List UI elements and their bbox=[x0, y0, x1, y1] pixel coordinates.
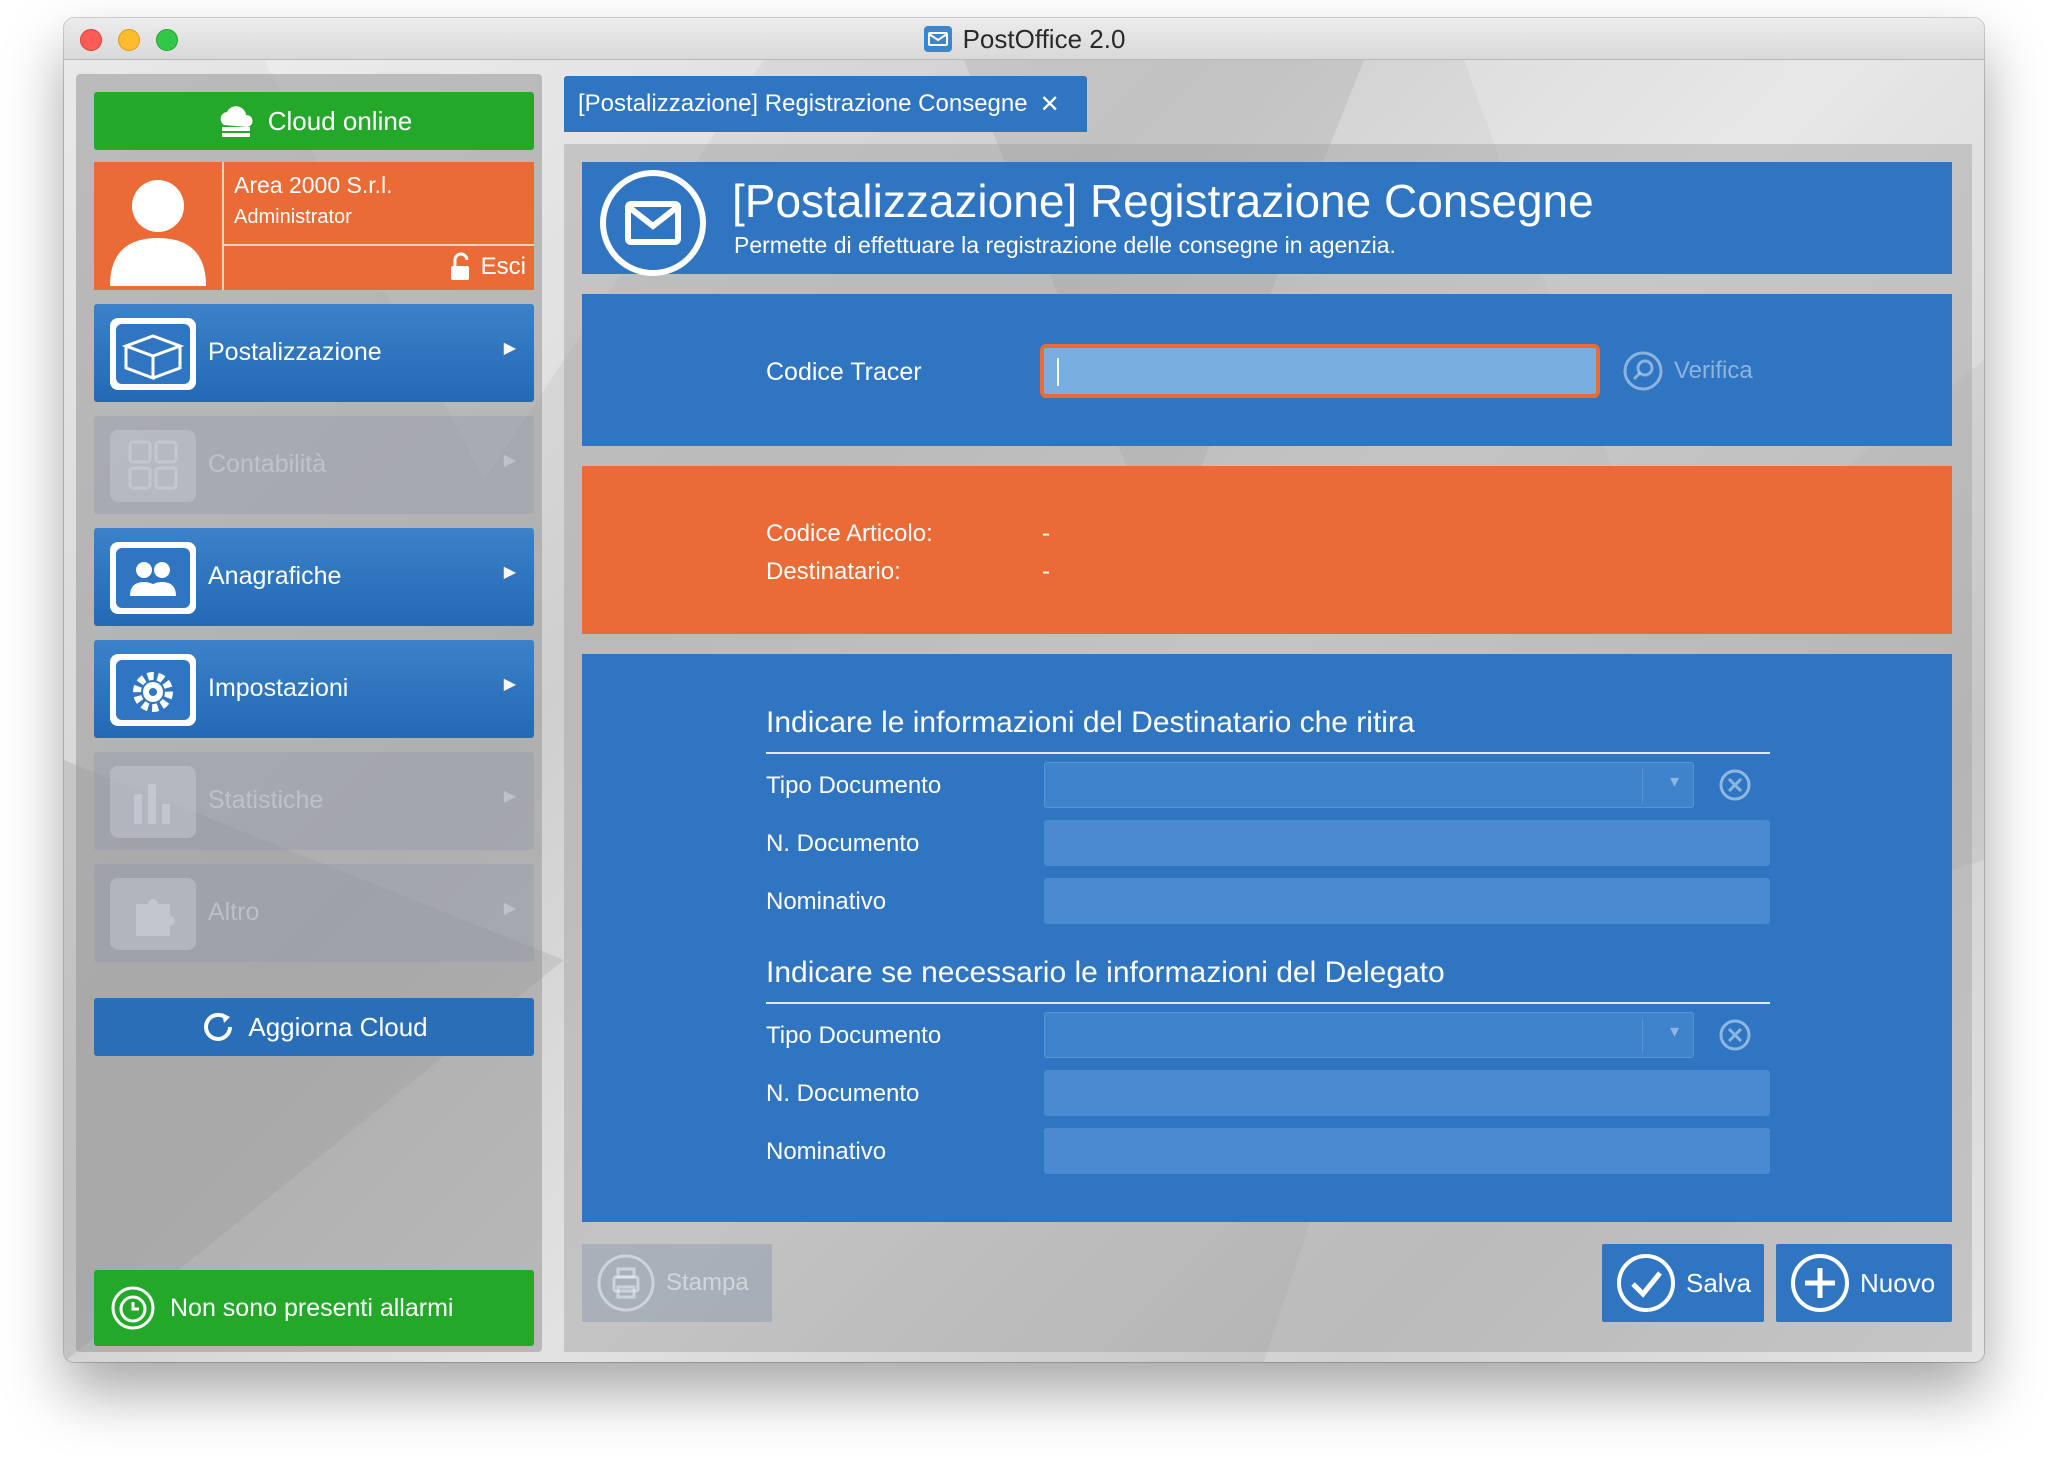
article-code-label: Codice Articolo: bbox=[766, 520, 933, 547]
recipient-name-label: Nominativo bbox=[766, 888, 887, 915]
clear-icon[interactable] bbox=[1718, 768, 1752, 802]
package-icon bbox=[110, 318, 196, 390]
users-icon bbox=[110, 542, 196, 614]
gear-icon bbox=[110, 654, 196, 726]
save-label: Salva bbox=[1686, 1267, 1752, 1298]
delegate-doc-number-input[interactable] bbox=[1044, 1070, 1770, 1116]
app-window: PostOffice 2.0 Cloud online Area 2000 S.… bbox=[64, 18, 1984, 1362]
refresh-cloud-button[interactable]: Aggiorna Cloud bbox=[94, 998, 534, 1056]
sidebar-item-contabilita[interactable]: Contabilità ▶ bbox=[94, 416, 534, 514]
refresh-cloud-label: Aggiorna Cloud bbox=[248, 1011, 428, 1042]
user-separator bbox=[222, 162, 224, 290]
sidebar-item-label: Altro bbox=[208, 898, 260, 926]
sidebar-item-label: Impostazioni bbox=[208, 674, 349, 702]
chevron-right-icon: ▶ bbox=[503, 788, 516, 805]
verify-label: Verifica bbox=[1674, 357, 1753, 384]
search-icon bbox=[1623, 351, 1663, 391]
unlock-icon bbox=[450, 252, 469, 280]
delegate-doc-number-label: N. Documento bbox=[766, 1080, 920, 1107]
sidebar-item-postalizzazione[interactable]: Postalizzazione ▶ bbox=[94, 304, 534, 402]
envelope-icon bbox=[600, 170, 706, 276]
recipient-name-input[interactable] bbox=[1044, 878, 1770, 924]
recipient-doc-number-input[interactable] bbox=[1044, 820, 1770, 866]
recipient-label: Destinatario: bbox=[766, 558, 901, 585]
chevron-down-icon: ▾ bbox=[1669, 771, 1679, 791]
clear-icon[interactable] bbox=[1718, 1018, 1752, 1052]
recipient-doc-type-select[interactable]: ▾ bbox=[1044, 762, 1694, 808]
page-subtitle: Permette di effettuare la registrazione … bbox=[734, 232, 1396, 258]
printer-icon bbox=[597, 1254, 655, 1312]
content-area: Cloud online Area 2000 S.r.l. Administra… bbox=[64, 60, 1984, 1362]
delegate-name-input[interactable] bbox=[1044, 1128, 1770, 1174]
logout-label: Esci bbox=[480, 253, 526, 280]
plus-icon bbox=[1791, 1254, 1849, 1312]
sidebar-item-label: Postalizzazione bbox=[208, 338, 382, 366]
puzzle-icon bbox=[110, 878, 196, 950]
tracer-code-label: Codice Tracer bbox=[766, 358, 922, 386]
text-cursor bbox=[1057, 358, 1059, 386]
tab-label: [Postalizzazione] Registrazione Consegne bbox=[578, 90, 1028, 117]
print-button[interactable]: Stampa bbox=[582, 1244, 772, 1322]
user-company: Area 2000 S.r.l. bbox=[234, 172, 393, 198]
main-panel: [Postalizzazione] Registrazione Consegne… bbox=[564, 144, 1972, 1352]
cloud-status-button[interactable]: Cloud online bbox=[94, 92, 534, 150]
user-role: Administrator bbox=[234, 206, 352, 228]
alarm-status: Non sono presenti allarmi bbox=[94, 1270, 534, 1346]
new-button[interactable]: Nuovo bbox=[1776, 1244, 1952, 1322]
logout-button[interactable]: Esci bbox=[445, 252, 526, 282]
user-avatar-icon bbox=[110, 180, 206, 286]
sidebar-item-altro[interactable]: Altro ▶ bbox=[94, 864, 534, 962]
page-header: [Postalizzazione] Registrazione Consegne… bbox=[582, 162, 1952, 276]
cloud-status-label: Cloud online bbox=[267, 105, 413, 136]
recipient-value: - bbox=[1042, 558, 1050, 585]
save-button[interactable]: Salva bbox=[1602, 1244, 1764, 1322]
tab-registrazione-consegne[interactable]: [Postalizzazione] Registrazione Consegne… bbox=[564, 76, 1087, 132]
calculator-icon bbox=[110, 430, 196, 502]
section-divider bbox=[766, 1002, 1770, 1004]
recipient-doc-type-label: Tipo Documento bbox=[766, 772, 942, 799]
window-title-text: PostOffice 2.0 bbox=[962, 23, 1126, 54]
sidebar-item-label: Anagrafiche bbox=[208, 562, 342, 590]
chevron-right-icon: ▶ bbox=[503, 452, 516, 469]
article-code-value: - bbox=[1042, 520, 1050, 547]
delegate-doc-type-select[interactable]: ▾ bbox=[1044, 1012, 1694, 1058]
window-title: PostOffice 2.0 bbox=[64, 18, 1984, 60]
chevron-right-icon: ▶ bbox=[503, 900, 516, 917]
sidebar-item-label: Statistiche bbox=[208, 786, 324, 814]
app-logo-icon bbox=[923, 26, 952, 52]
delegate-doc-type-label: Tipo Documento bbox=[766, 1022, 942, 1049]
print-label: Stampa bbox=[666, 1269, 749, 1296]
bar-chart-icon bbox=[110, 766, 196, 838]
user-panel: Area 2000 S.r.l. Administrator Esci bbox=[94, 162, 534, 290]
alarm-clock-icon bbox=[111, 1286, 155, 1330]
sidebar-item-label: Contabilità bbox=[208, 450, 327, 478]
user-divider bbox=[224, 244, 534, 246]
page-title: [Postalizzazione] Registrazione Consegne bbox=[732, 175, 1594, 227]
chevron-right-icon: ▶ bbox=[503, 676, 516, 693]
sidebar-item-impostazioni[interactable]: Impostazioni ▶ bbox=[94, 640, 534, 738]
tracer-code-input[interactable] bbox=[1040, 344, 1600, 398]
checkmark-icon bbox=[1617, 1254, 1675, 1312]
cloud-icon bbox=[220, 106, 253, 137]
pickup-form: Indicare le informazioni del Destinatari… bbox=[582, 654, 1952, 1222]
alarm-status-label: Non sono presenti allarmi bbox=[170, 1293, 454, 1322]
sidebar-item-statistiche[interactable]: Statistiche ▶ bbox=[94, 752, 534, 850]
verify-button[interactable]: Verifica bbox=[1622, 350, 1753, 392]
refresh-icon bbox=[204, 1012, 233, 1041]
tracer-section: Codice Tracer Verifica bbox=[582, 294, 1952, 446]
close-tab-icon[interactable]: ✕ bbox=[1040, 90, 1060, 119]
article-info: Codice Articolo: - Destinatario: - bbox=[582, 466, 1952, 634]
section-divider bbox=[766, 752, 1770, 754]
delegate-section-title: Indicare se necessario le informazioni d… bbox=[766, 956, 1445, 989]
sidebar-item-anagrafiche[interactable]: Anagrafiche ▶ bbox=[94, 528, 534, 626]
chevron-down-icon: ▾ bbox=[1669, 1021, 1679, 1041]
title-bar: PostOffice 2.0 bbox=[64, 18, 1984, 60]
chevron-right-icon: ▶ bbox=[503, 564, 516, 581]
recipient-doc-number-label: N. Documento bbox=[766, 830, 920, 857]
chevron-right-icon: ▶ bbox=[503, 340, 516, 357]
delegate-name-label: Nominativo bbox=[766, 1138, 887, 1165]
recipient-section-title: Indicare le informazioni del Destinatari… bbox=[766, 706, 1415, 739]
new-label: Nuovo bbox=[1860, 1267, 1936, 1298]
sidebar: Cloud online Area 2000 S.r.l. Administra… bbox=[76, 74, 542, 1352]
